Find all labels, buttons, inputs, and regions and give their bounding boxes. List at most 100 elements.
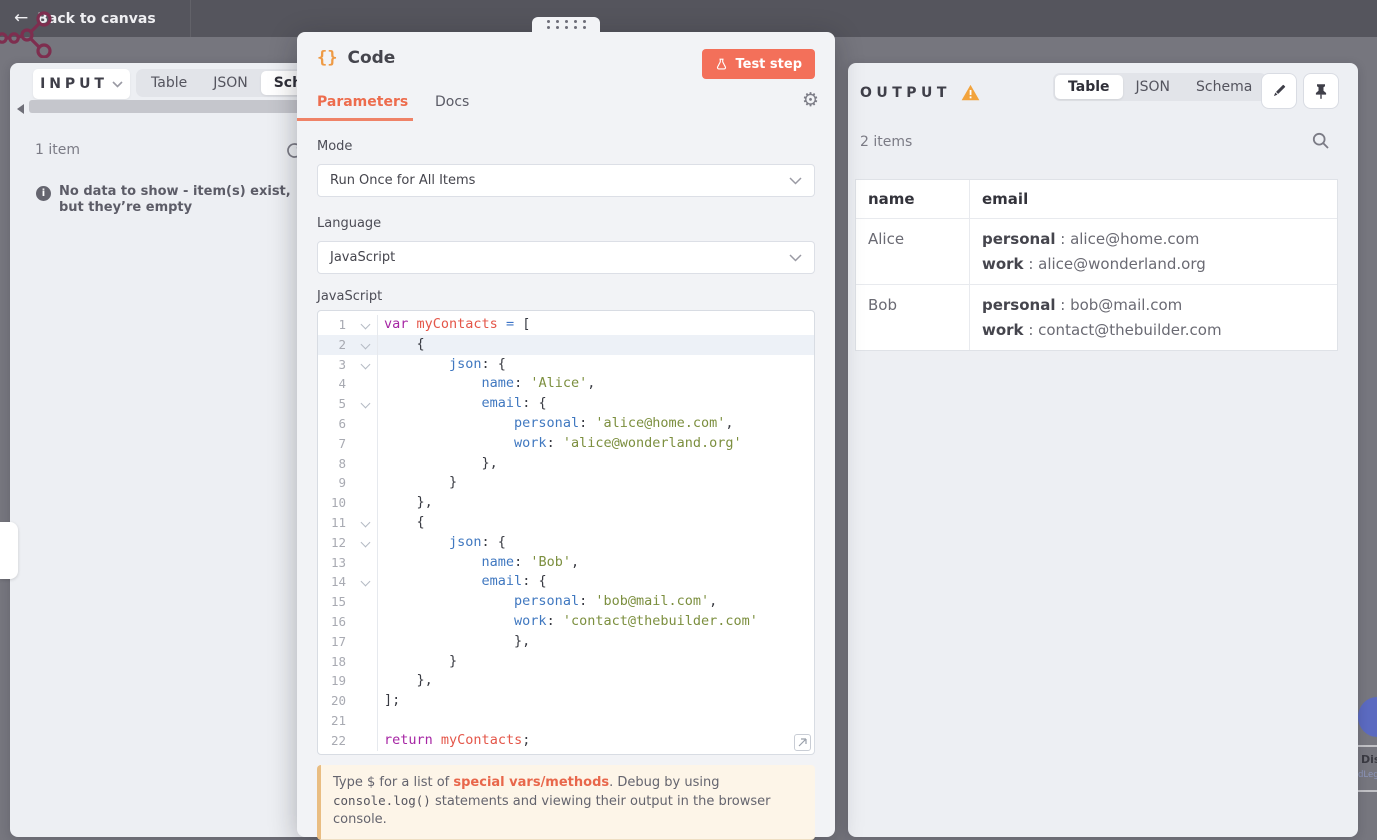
output-tab-schema[interactable]: Schema [1183, 75, 1265, 99]
code-line[interactable]: 12 json: { [318, 532, 814, 553]
code-line[interactable]: 21 [318, 710, 814, 731]
line-number: 10 [330, 495, 346, 511]
code-line[interactable]: 15 personal: 'bob@mail.com', [318, 592, 814, 612]
active-tab-underline [297, 118, 413, 121]
code-text: return myContacts; [384, 731, 531, 748]
fold-chevron-icon[interactable] [346, 512, 378, 533]
line-number: 19 [330, 673, 346, 689]
special-vars-link[interactable]: special vars/methods [453, 775, 609, 790]
column-header-email: email [969, 180, 1337, 218]
input-tab-table[interactable]: Table [138, 71, 200, 95]
input-empty-notice: i No data to show - item(s) exist, but t… [36, 184, 304, 217]
edit-output-button[interactable] [1261, 73, 1297, 109]
input-empty-message: No data to show - item(s) exist, but the… [59, 184, 291, 216]
output-tab-table[interactable]: Table [1055, 75, 1123, 99]
cell-name: Bob [868, 296, 897, 314]
fold-gutter [346, 552, 378, 573]
scrollbar-left-arrow[interactable] [17, 104, 24, 114]
line-number: 17 [330, 633, 346, 649]
modal-drag-handle[interactable] [532, 17, 600, 32]
canvas-node-circle[interactable] [1358, 697, 1377, 737]
email-entry: personal : alice@home.com [982, 230, 1200, 248]
line-number: 15 [330, 594, 346, 610]
output-panel-title: OUTPUT [860, 84, 951, 101]
email-entry: personal : bob@mail.com [982, 296, 1183, 314]
cell-name: Alice [868, 230, 905, 248]
code-line[interactable]: 3 json: { [318, 354, 814, 375]
code-text: json: { [449, 355, 506, 372]
fold-chevron-icon[interactable] [346, 315, 378, 335]
line-number: 9 [338, 475, 346, 491]
line-number: 1 [338, 317, 346, 332]
input-source-dropdown[interactable]: INPUT [33, 69, 130, 99]
line-number: 16 [330, 613, 346, 629]
code-line[interactable]: 10 }, [318, 493, 814, 513]
fold-chevron-icon[interactable] [346, 572, 378, 593]
code-line[interactable]: 11 { [318, 512, 814, 533]
gear-icon[interactable]: ⚙ [802, 89, 819, 111]
code-line[interactable]: 20]; [318, 691, 814, 711]
input-tab-json[interactable]: JSON [200, 71, 261, 95]
email-entry: work : contact@thebuilder.com [982, 321, 1222, 339]
editor-resize-handle[interactable] [794, 734, 811, 751]
code-line[interactable]: 14 email: { [318, 572, 814, 593]
tab-docs[interactable]: Docs [435, 94, 469, 110]
code-text: } [384, 474, 458, 491]
fold-chevron-icon[interactable] [346, 354, 378, 375]
code-lines: 1 var myContacts = [2 {3 json: {4 name: '… [318, 315, 814, 751]
code-line[interactable]: 13 name: 'Bob', [318, 552, 814, 573]
code-line[interactable]: 8 }, [318, 453, 814, 474]
canvas-node-label: Dis [1361, 753, 1377, 766]
line-number: 11 [330, 514, 346, 530]
fold-chevron-icon[interactable] [346, 394, 378, 414]
code-text: } [384, 652, 458, 669]
fold-gutter [346, 374, 378, 395]
code-text: personal: 'bob@mail.com', [514, 593, 718, 610]
line-number: 13 [330, 554, 346, 570]
fold-chevron-icon[interactable] [346, 334, 378, 355]
resize-icon [798, 738, 807, 747]
back-label: Back to canvas [37, 10, 156, 27]
fold-gutter [346, 611, 378, 632]
code-line[interactable]: 5 email: { [318, 394, 814, 414]
code-line[interactable]: 22 return myContacts; [318, 730, 814, 751]
line-number: 4 [338, 376, 346, 392]
code-line[interactable]: 2 { [318, 334, 814, 355]
code-line[interactable]: 6 personal: 'alice@home.com', [318, 413, 814, 434]
output-table: name email Alice personal : alice@home.co… [855, 179, 1338, 351]
code-editor[interactable]: 1 var myContacts = [2 {3 json: {4 name: '… [317, 310, 815, 755]
flask-icon [717, 58, 727, 70]
pin-data-button[interactable] [1303, 73, 1339, 109]
output-table-body: Alice personal : alice@home.com work : ali… [856, 219, 1337, 350]
code-node-modal: {} Code Test step Parameters Docs ⚙ Mode… [297, 17, 835, 840]
code-line[interactable]: 18 } [318, 651, 814, 672]
language-select[interactable]: JavaScript [317, 241, 815, 274]
code-line[interactable]: 4 name: 'Alice', [318, 374, 814, 395]
fold-gutter [346, 493, 378, 513]
line-number: 22 [330, 732, 346, 748]
canvas-node-sublabel: dLega [1358, 770, 1377, 780]
code-line[interactable]: 19 }, [318, 671, 814, 692]
test-step-button[interactable]: Test step [702, 49, 815, 79]
search-icon[interactable] [1312, 132, 1330, 150]
code-text: email: { [481, 395, 547, 412]
code-line[interactable]: 16 work: 'contact@thebuilder.com' [318, 611, 814, 632]
code-text: json: { [449, 533, 506, 550]
drag-dots-icon [546, 20, 586, 29]
chevron-down-icon [112, 80, 123, 88]
tab-parameters[interactable]: Parameters [317, 94, 408, 110]
code-line[interactable]: 9 } [318, 473, 814, 494]
email-entry: work : alice@wonderland.org [982, 255, 1206, 273]
canvas-card-edge [1358, 745, 1377, 747]
fold-gutter [346, 651, 378, 672]
line-number: 18 [330, 653, 346, 669]
code-line[interactable]: 1 var myContacts = [ [318, 315, 814, 335]
panel-collapse-handle[interactable] [0, 522, 18, 579]
output-tab-json[interactable]: JSON [1123, 75, 1184, 99]
code-line[interactable]: 17 }, [318, 631, 814, 652]
fold-chevron-icon[interactable] [346, 532, 378, 553]
code-text: { [384, 513, 425, 530]
line-number: 21 [330, 712, 346, 728]
mode-select[interactable]: Run Once for All Items [317, 164, 815, 197]
code-line[interactable]: 7 work: 'alice@wonderland.org' [318, 433, 814, 454]
